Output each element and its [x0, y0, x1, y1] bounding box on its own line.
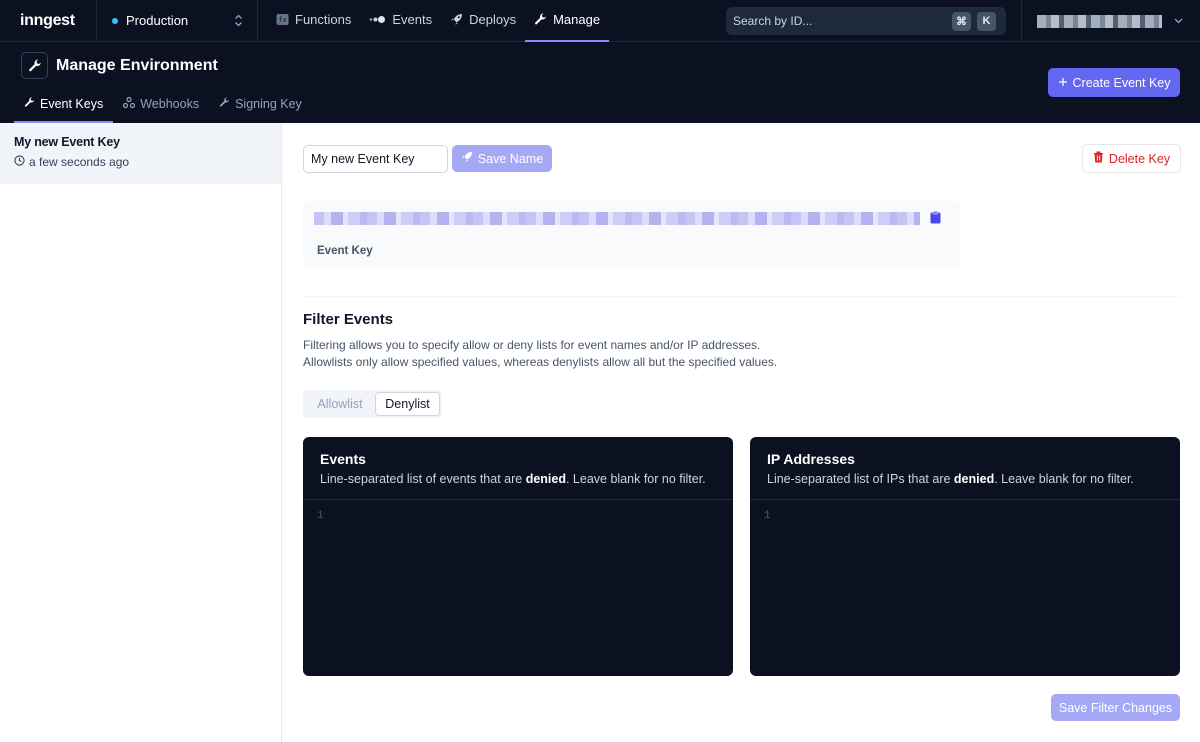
delete-key-label: Delete Key	[1108, 151, 1171, 166]
tab-event-keys[interactable]: Event Keys	[14, 86, 114, 123]
save-name-label: Save Name	[477, 151, 544, 166]
nav-item-functions[interactable]: fx Functions	[267, 0, 360, 42]
event-key-value-redacted[interactable]	[314, 212, 920, 225]
events-desc-before: Line-separated list of events that are	[320, 472, 526, 486]
events-editor-description: Line-separated list of events that are d…	[320, 472, 716, 486]
key-icon	[219, 96, 230, 111]
nav-item-label: Manage	[553, 12, 601, 27]
chevron-down-icon	[1174, 16, 1183, 27]
nav-item-label: Events	[392, 12, 433, 27]
environment-label: Production	[126, 13, 189, 28]
account-menu[interactable]	[1021, 0, 1200, 42]
denylist-option[interactable]: Denylist	[375, 392, 440, 416]
event-key-name-input[interactable]	[303, 145, 448, 173]
webhook-icon	[123, 96, 136, 111]
filter-events-description: Filtering allows you to specify allow or…	[303, 337, 777, 371]
search-input[interactable]: Search by ID... ⌘ K	[726, 7, 1006, 35]
ip-editor-title: IP Addresses	[767, 451, 855, 467]
event-key-name: My new Event Key	[14, 135, 120, 149]
tab-label: Signing Key	[235, 96, 302, 111]
ip-editor-header: IP Addresses Line-separated list of IPs …	[750, 437, 1180, 500]
account-name-redacted	[1037, 14, 1162, 28]
events-editor-header: Events Line-separated list of events tha…	[303, 437, 733, 500]
command-key-badge: ⌘	[952, 11, 971, 31]
rocket-icon	[450, 13, 463, 26]
events-editor-title: Events	[320, 451, 366, 467]
filter-desc-line: Filtering allows you to specify allow or…	[303, 338, 761, 352]
allowlist-option[interactable]: Allowlist	[305, 392, 375, 416]
ip-desc-after: . Leave blank for no filter.	[994, 472, 1134, 486]
filter-events-title: Filter Events	[303, 311, 394, 328]
section-divider	[303, 296, 1180, 297]
line-number: 1	[764, 510, 771, 522]
chevron-up-down-icon	[234, 14, 243, 27]
events-icon	[369, 15, 386, 24]
inngest-logo[interactable]: inngest	[0, 0, 97, 42]
search-placeholder: Search by ID...	[733, 14, 813, 28]
filter-mode-toggle: Allowlist Denylist	[303, 390, 442, 418]
page-title-row: Manage Environment	[21, 52, 218, 79]
nav-item-label: Deploys	[469, 12, 517, 27]
event-key-time: a few seconds ago	[29, 155, 130, 169]
functions-icon: fx	[276, 13, 289, 26]
list-item[interactable]: My new Event Key a few seconds ago	[0, 123, 281, 184]
tab-label: Event Keys	[40, 96, 104, 111]
svg-text:fx: fx	[278, 16, 286, 24]
k-key-badge: K	[977, 11, 996, 31]
filter-desc-line: Allowlists only allow specified values, …	[303, 355, 778, 369]
event-key-list: My new Event Key a few seconds ago	[0, 123, 282, 742]
save-name-button[interactable]: Save Name	[452, 145, 552, 172]
wrench-icon	[21, 52, 48, 79]
event-key-created: a few seconds ago	[14, 155, 267, 169]
create-event-key-button[interactable]: Create Event Key	[1048, 68, 1180, 97]
clipboard-icon[interactable]	[930, 211, 941, 227]
plus-icon	[1058, 76, 1068, 90]
page-header: Manage Environment Event Keys Webhooks S…	[0, 42, 1200, 123]
create-event-key-label: Create Event Key	[1072, 75, 1171, 90]
nav-item-label: Functions	[295, 12, 352, 27]
ip-desc-emphasis: denied	[953, 472, 995, 486]
rocket-icon	[461, 151, 473, 166]
clock-icon	[14, 155, 25, 169]
event-key-display: Event Key	[303, 201, 960, 267]
tab-label: Webhooks	[140, 96, 200, 111]
nav-item-deploys[interactable]: Deploys	[441, 0, 525, 42]
environment-switcher[interactable]: Production	[97, 0, 258, 42]
save-filter-changes-button[interactable]: Save Filter Changes	[1051, 694, 1180, 721]
key-icon	[24, 96, 35, 111]
nav-item-manage[interactable]: Manage	[525, 0, 610, 42]
nav-item-events[interactable]: Events	[360, 0, 441, 42]
ip-code-input[interactable]: 1	[750, 500, 1180, 676]
events-desc-after: . Leave blank for no filter.	[565, 472, 706, 486]
events-filter-editor: Events Line-separated list of events tha…	[303, 437, 733, 676]
page-title: Manage Environment	[56, 56, 218, 74]
top-navigation: inngest Production fx Functions Events D…	[0, 0, 1200, 42]
tab-webhooks[interactable]: Webhooks	[113, 86, 209, 123]
events-desc-emphasis: denied	[525, 472, 566, 486]
ip-desc-before: Line-separated list of IPs that are	[767, 472, 954, 486]
wrench-icon	[534, 13, 547, 26]
manage-tabs: Event Keys Webhooks Signing Key	[14, 86, 312, 123]
ip-editor-description: Line-separated list of IPs that are deni…	[767, 472, 1163, 486]
trash-icon	[1093, 151, 1104, 166]
event-key-label: Event Key	[317, 245, 373, 257]
tab-signing-key[interactable]: Signing Key	[209, 86, 312, 123]
main-nav: fx Functions Events Deploys Manage	[267, 0, 610, 42]
ip-filter-editor: IP Addresses Line-separated list of IPs …	[750, 437, 1180, 676]
delete-key-button[interactable]: Delete Key	[1082, 144, 1181, 173]
line-number: 1	[317, 510, 324, 522]
environment-status-dot	[112, 17, 118, 24]
events-code-input[interactable]: 1	[303, 500, 733, 676]
